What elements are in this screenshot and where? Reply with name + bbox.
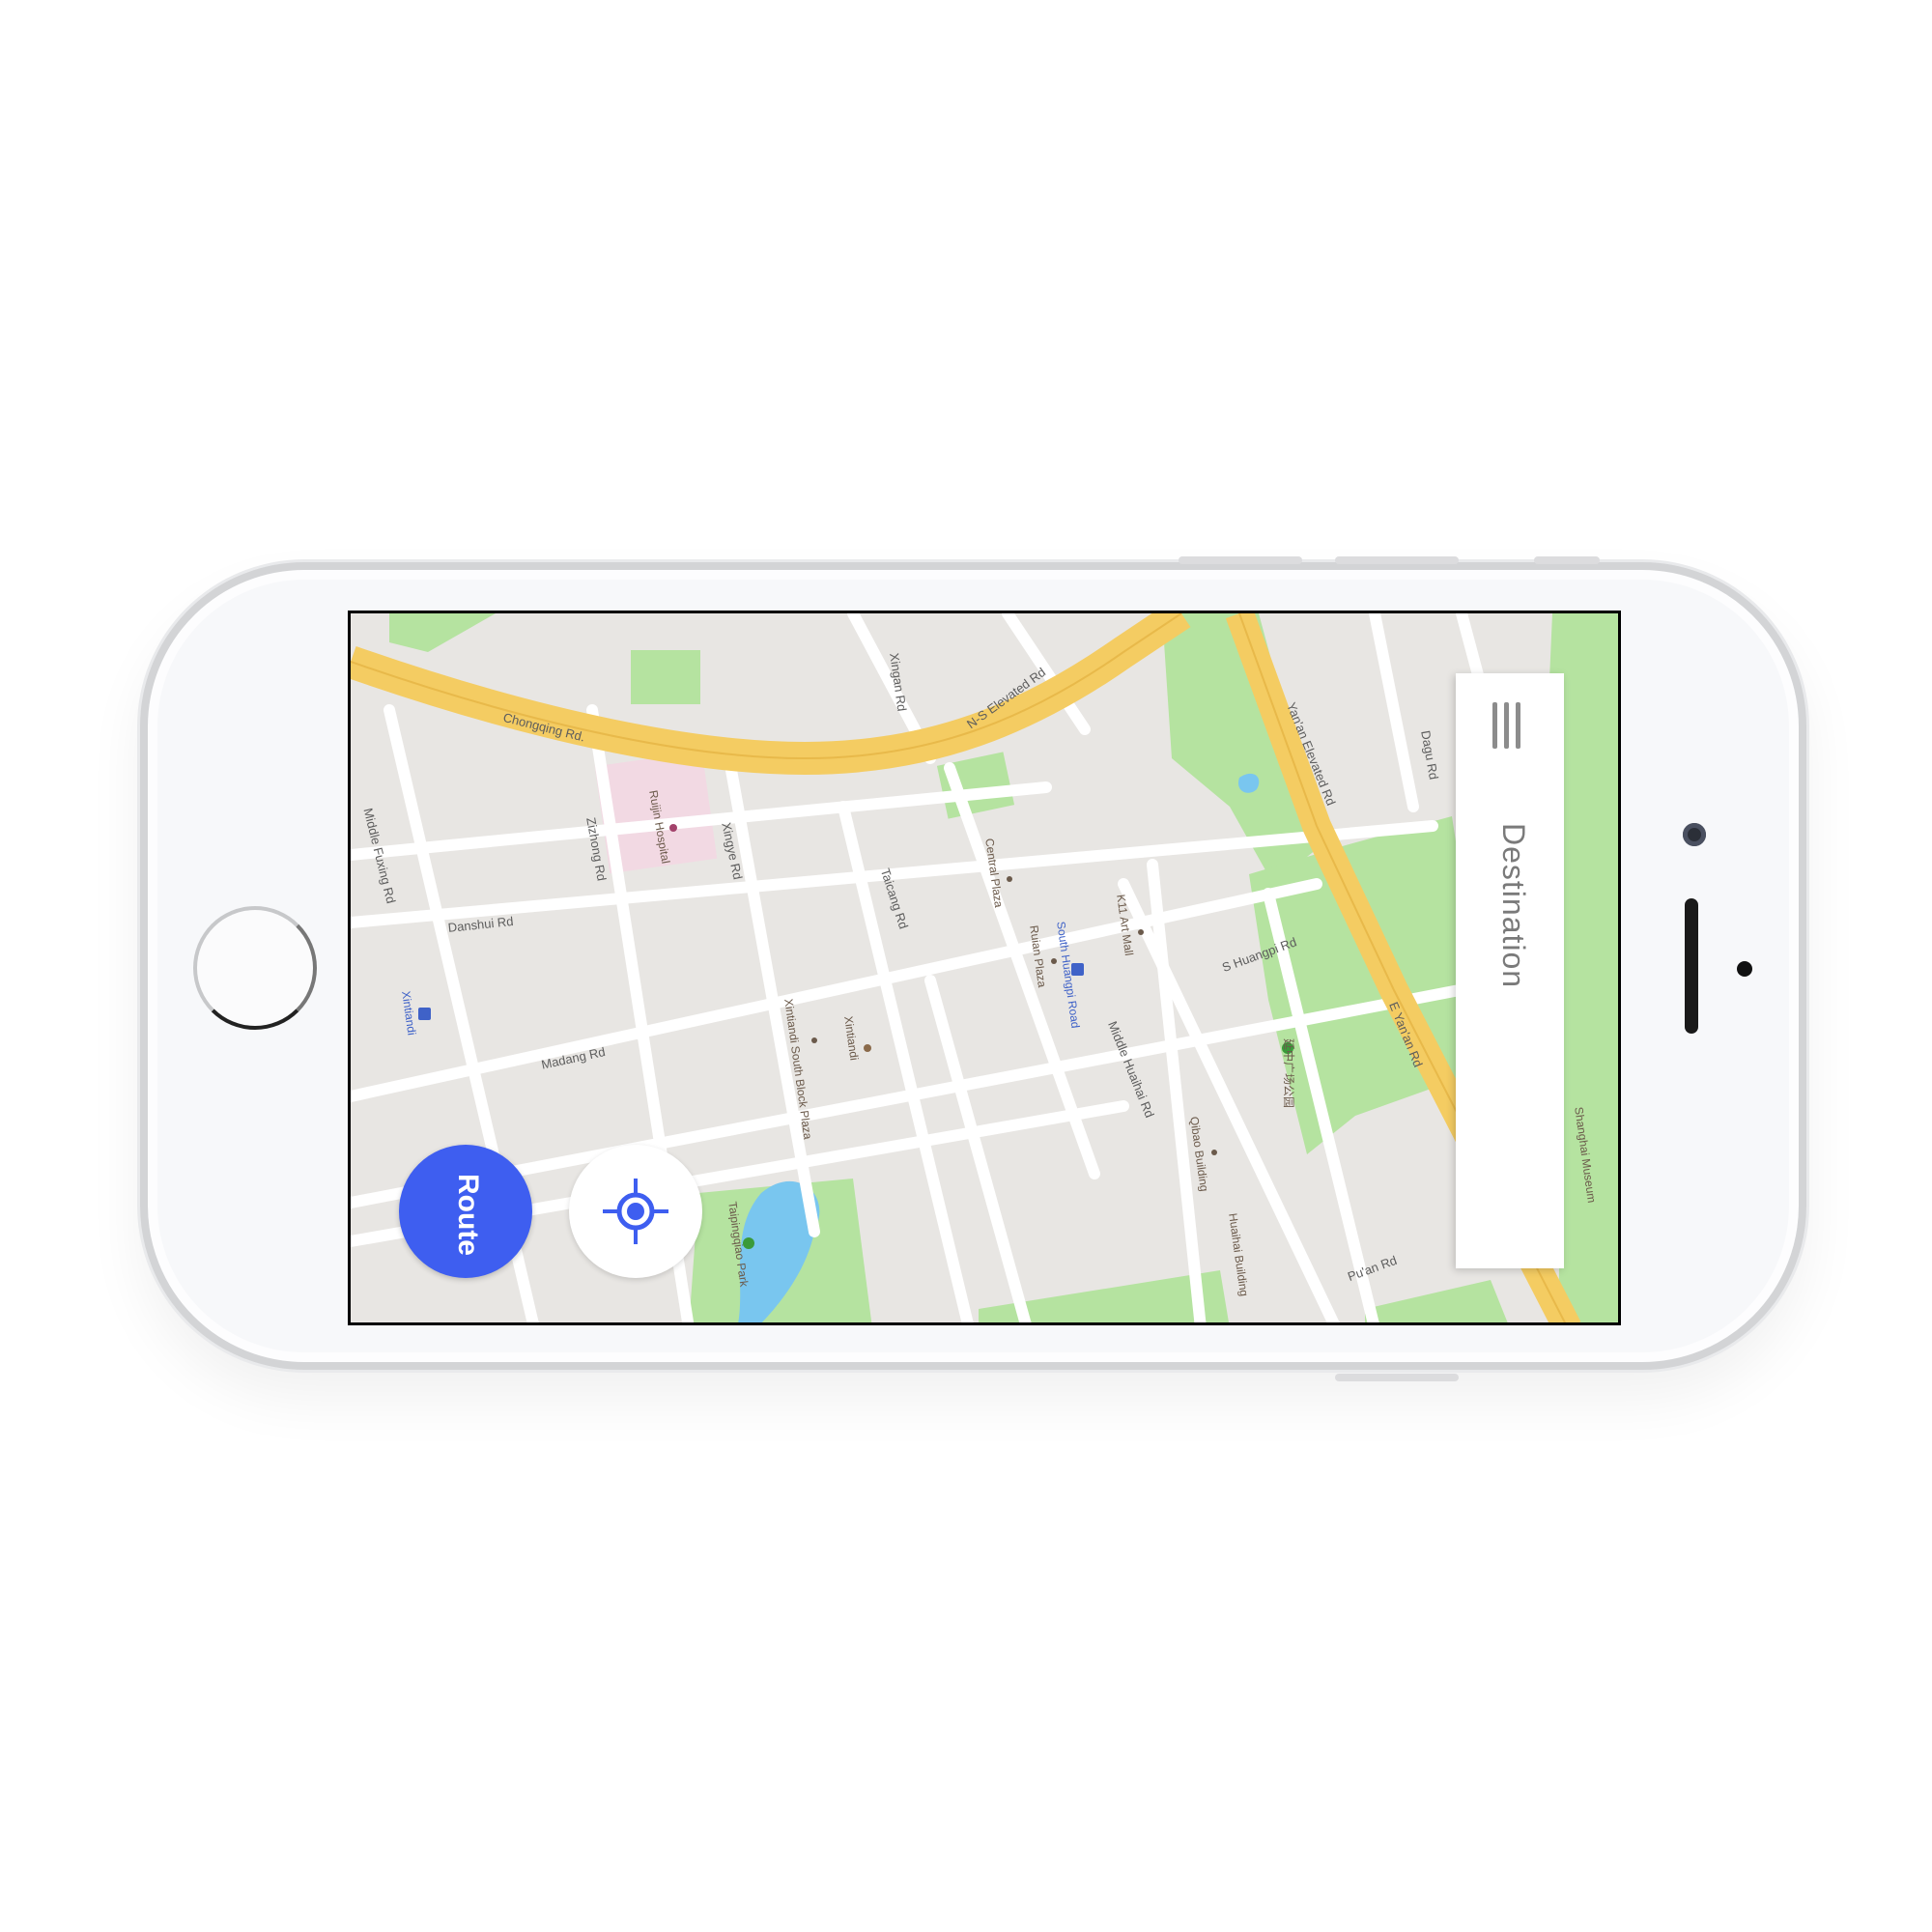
power-button (1335, 1374, 1459, 1381)
destination-input[interactable]: Destination (1495, 823, 1531, 988)
home-button[interactable] (193, 906, 317, 1030)
place-label: 延中广场公园 (1282, 1038, 1295, 1109)
route-button[interactable]: Route (399, 1145, 532, 1278)
volume-down-button (1335, 556, 1459, 564)
volume-up-button (1179, 556, 1302, 564)
hamburger-menu-icon[interactable] (1492, 702, 1527, 749)
crosshair-locate-icon (603, 1179, 668, 1244)
front-camera (1683, 823, 1706, 846)
destination-panel[interactable]: Destination (1456, 673, 1564, 1268)
route-button-label: Route (452, 1174, 484, 1256)
proximity-sensor (1737, 961, 1752, 977)
locate-button[interactable] (569, 1145, 702, 1278)
earpiece-speaker (1685, 898, 1698, 1034)
app-screen: Chongqing Rd. N-S Elevated Rd Xingan Rd … (348, 611, 1621, 1325)
mute-switch (1534, 556, 1600, 564)
